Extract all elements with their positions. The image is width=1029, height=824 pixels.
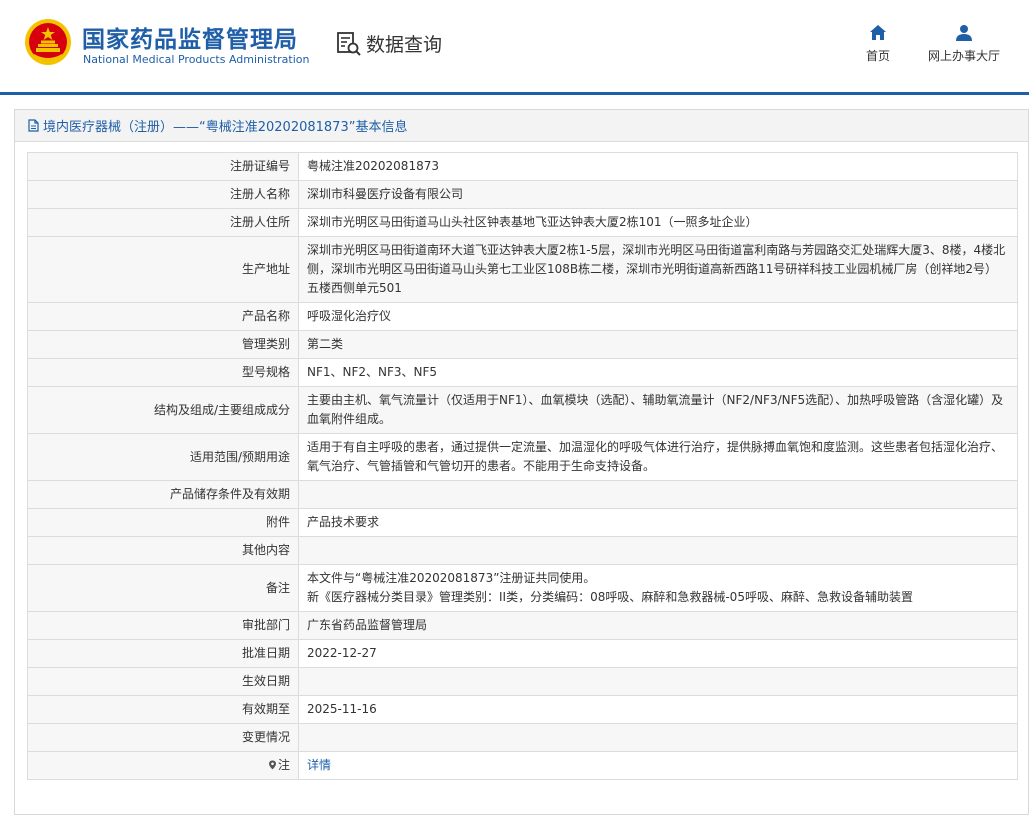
table-row: 注册证编号 粤械注准20202081873 — [27, 152, 1018, 181]
row-label: 审批部门 — [27, 611, 299, 640]
row-label: 注册人住所 — [27, 208, 299, 237]
row-label: 管理类别 — [27, 330, 299, 359]
table-row: 备注 本文件与“粤械注准20202081873”注册证共同使用。 新《医疗器械分… — [27, 564, 1018, 612]
data-query-title: 数据查询 — [336, 30, 442, 57]
row-value — [298, 667, 1018, 696]
nav-home-label: 首页 — [865, 49, 890, 63]
detail-panel: 境内医疗器械（注册）——“粤械注准20202081873”基本信息 注册证编号 … — [14, 109, 1029, 815]
row-label: 附件 — [27, 508, 299, 537]
row-label: 有效期至 — [27, 695, 299, 724]
row-label: 生产地址 — [27, 236, 299, 303]
row-value — [298, 480, 1018, 509]
nav-online-service-hall[interactable]: 网上办事大厅 — [924, 24, 1004, 64]
row-value: 第二类 — [298, 330, 1018, 359]
table-row: 生产地址 深圳市光明区马田街道南环大道飞亚达钟表大厦2栋1-5层，深圳市光明区马… — [27, 236, 1018, 303]
row-value: 主要由主机、氧气流量计（仅适用于NF1）、血氧模块（选配）、辅助氧流量计（NF2… — [298, 386, 1018, 434]
row-label: 批准日期 — [27, 639, 299, 668]
panel-title: 境内医疗器械（注册）——“粤械注准20202081873”基本信息 — [15, 110, 1028, 142]
nav-home[interactable]: 首页 — [860, 24, 896, 64]
table-row: 变更情况 — [27, 723, 1018, 752]
table-row: 产品储存条件及有效期 — [27, 480, 1018, 509]
row-value: NF1、NF2、NF3、NF5 — [298, 358, 1018, 387]
table-row: 适用范围/预期用途 适用于有自主呼吸的患者，通过提供一定流量、加温湿化的呼吸气体… — [27, 433, 1018, 481]
national-emblem-icon — [25, 19, 71, 65]
note-label: 注 — [277, 758, 290, 772]
table-row: 注册人住所 深圳市光明区马田街道马山头社区钟表基地飞亚达钟表大厦2栋101（一照… — [27, 208, 1018, 237]
row-value: 深圳市光明区马田街道马山头社区钟表基地飞亚达钟表大厦2栋101（一照多址企业） — [298, 208, 1018, 237]
row-label: 产品储存条件及有效期 — [27, 480, 299, 509]
panel-title-text: 境内医疗器械（注册）——“粤械注准20202081873”基本信息 — [43, 120, 408, 135]
location-pin-icon — [268, 760, 276, 770]
table-row: 生效日期 — [27, 667, 1018, 696]
row-label: 适用范围/预期用途 — [27, 433, 299, 481]
table-row: 批准日期 2022-12-27 — [27, 639, 1018, 668]
row-label: 型号规格 — [27, 358, 299, 387]
table-row: 结构及组成/主要组成成分 主要由主机、氧气流量计（仅适用于NF1）、血氧模块（选… — [27, 386, 1018, 434]
table-row: 产品名称 呼吸湿化治疗仪 — [27, 302, 1018, 331]
row-value: 深圳市光明区马田街道南环大道飞亚达钟表大厦2栋1-5层，深圳市光明区马田街道富利… — [298, 236, 1018, 303]
table-row: 其他内容 — [27, 536, 1018, 565]
row-label: 产品名称 — [27, 302, 299, 331]
row-value: 广东省药品监督管理局 — [298, 611, 1018, 640]
device-info-table: 注册证编号 粤械注准20202081873 注册人名称 深圳市科曼医疗设备有限公… — [27, 152, 1018, 780]
row-value: 深圳市科曼医疗设备有限公司 — [298, 180, 1018, 209]
note-label-cell: 注 — [27, 751, 299, 780]
table-row: 管理类别 第二类 — [27, 330, 1018, 359]
data-query-label: 数据查询 — [366, 34, 443, 56]
table-row: 注册人名称 深圳市科曼医疗设备有限公司 — [27, 180, 1018, 209]
row-value: 呼吸湿化治疗仪 — [298, 302, 1018, 331]
table-row: 型号规格 NF1、NF2、NF3、NF5 — [27, 358, 1018, 387]
row-label: 其他内容 — [27, 536, 299, 565]
row-label: 注册证编号 — [27, 152, 299, 181]
site-header: 国家药品监督管理局 National Medical Products Admi… — [0, 0, 1029, 92]
row-label: 生效日期 — [27, 667, 299, 696]
agency-name-en: National Medical Products Administration — [83, 53, 310, 66]
row-label: 变更情况 — [27, 723, 299, 752]
document-search-icon — [337, 31, 361, 56]
table-row: 有效期至 2025-11-16 — [27, 695, 1018, 724]
agency-name-cn: 国家药品监督管理局 — [82, 27, 298, 53]
row-label: 结构及组成/主要组成成分 — [27, 386, 299, 434]
row-value — [298, 723, 1018, 752]
row-value — [298, 536, 1018, 565]
details-link[interactable]: 详情 — [307, 758, 331, 772]
note-value-cell: 详情 — [298, 751, 1018, 780]
row-value: 2022-12-27 — [298, 639, 1018, 668]
row-label: 备注 — [27, 564, 299, 612]
row-value: 产品技术要求 — [298, 508, 1018, 537]
nav-online-service-hall-label: 网上办事大厅 — [927, 49, 1000, 63]
table-row-note: 注 详情 — [27, 751, 1018, 780]
table-row: 附件 产品技术要求 — [27, 508, 1018, 537]
user-icon — [956, 25, 972, 41]
row-value: 本文件与“粤械注准20202081873”注册证共同使用。 新《医疗器械分类目录… — [298, 564, 1018, 612]
home-icon — [870, 25, 886, 40]
row-value: 粤械注准20202081873 — [298, 152, 1018, 181]
row-value: 2025-11-16 — [298, 695, 1018, 724]
table-row: 审批部门 广东省药品监督管理局 — [27, 611, 1018, 640]
header-divider — [0, 92, 1029, 95]
row-value: 适用于有自主呼吸的患者，通过提供一定流量、加温湿化的呼吸气体进行治疗，提供脉搏血… — [298, 433, 1018, 481]
document-icon — [28, 119, 39, 132]
row-label: 注册人名称 — [27, 180, 299, 209]
